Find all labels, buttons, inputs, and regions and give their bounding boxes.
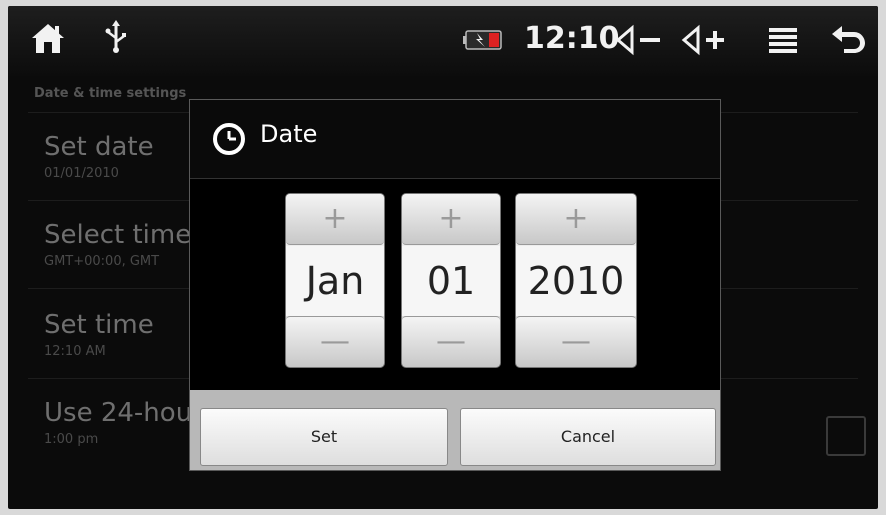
clock-icon bbox=[212, 122, 246, 156]
day-value[interactable]: 01 bbox=[402, 246, 500, 316]
setting-summary: 12:10 AM bbox=[44, 344, 106, 359]
month-increment-button[interactable]: + bbox=[286, 194, 384, 245]
day-increment-button[interactable]: + bbox=[402, 194, 500, 245]
volume-up-icon[interactable] bbox=[680, 22, 734, 58]
year-decrement-button[interactable]: — bbox=[516, 316, 636, 367]
setting-summary: 01/01/2010 bbox=[44, 166, 119, 181]
volume-down-icon[interactable] bbox=[614, 22, 668, 58]
setting-set-time[interactable]: Set time 12:10 AM bbox=[44, 310, 154, 359]
dialog-button-bar: Set Cancel bbox=[190, 390, 720, 470]
status-bar: 12:10 bbox=[8, 6, 878, 76]
day-decrement-button[interactable]: — bbox=[402, 316, 500, 367]
year-increment-button[interactable]: + bbox=[516, 194, 636, 245]
setting-title: Set time bbox=[44, 310, 154, 340]
menu-icon[interactable] bbox=[766, 24, 800, 58]
battery-icon bbox=[463, 30, 503, 50]
setting-title: Set date bbox=[44, 132, 154, 162]
cancel-button[interactable]: Cancel bbox=[460, 408, 716, 466]
status-time: 12:10 bbox=[524, 21, 620, 56]
date-dialog: Date + Jan — + 01 — + 2010 — Set Cancel bbox=[189, 99, 721, 471]
back-icon[interactable] bbox=[828, 22, 868, 56]
month-picker: + Jan — bbox=[286, 194, 384, 367]
usb-icon bbox=[104, 18, 128, 64]
month-value[interactable]: Jan bbox=[286, 246, 384, 316]
setting-set-date[interactable]: Set date 01/01/2010 bbox=[44, 132, 154, 181]
dialog-titlebar: Date bbox=[190, 100, 720, 179]
home-icon[interactable] bbox=[28, 20, 68, 56]
device-screen: 12:10 Date & time settings Set date 01/0… bbox=[8, 6, 878, 509]
settings-header: Date & time settings bbox=[34, 86, 187, 101]
dialog-title: Date bbox=[260, 120, 318, 148]
set-button[interactable]: Set bbox=[200, 408, 448, 466]
day-picker: + 01 — bbox=[402, 194, 500, 367]
month-decrement-button[interactable]: — bbox=[286, 316, 384, 367]
use-24-hour-checkbox[interactable] bbox=[826, 416, 866, 456]
year-value[interactable]: 2010 bbox=[516, 246, 636, 316]
year-picker: + 2010 — bbox=[516, 194, 636, 367]
